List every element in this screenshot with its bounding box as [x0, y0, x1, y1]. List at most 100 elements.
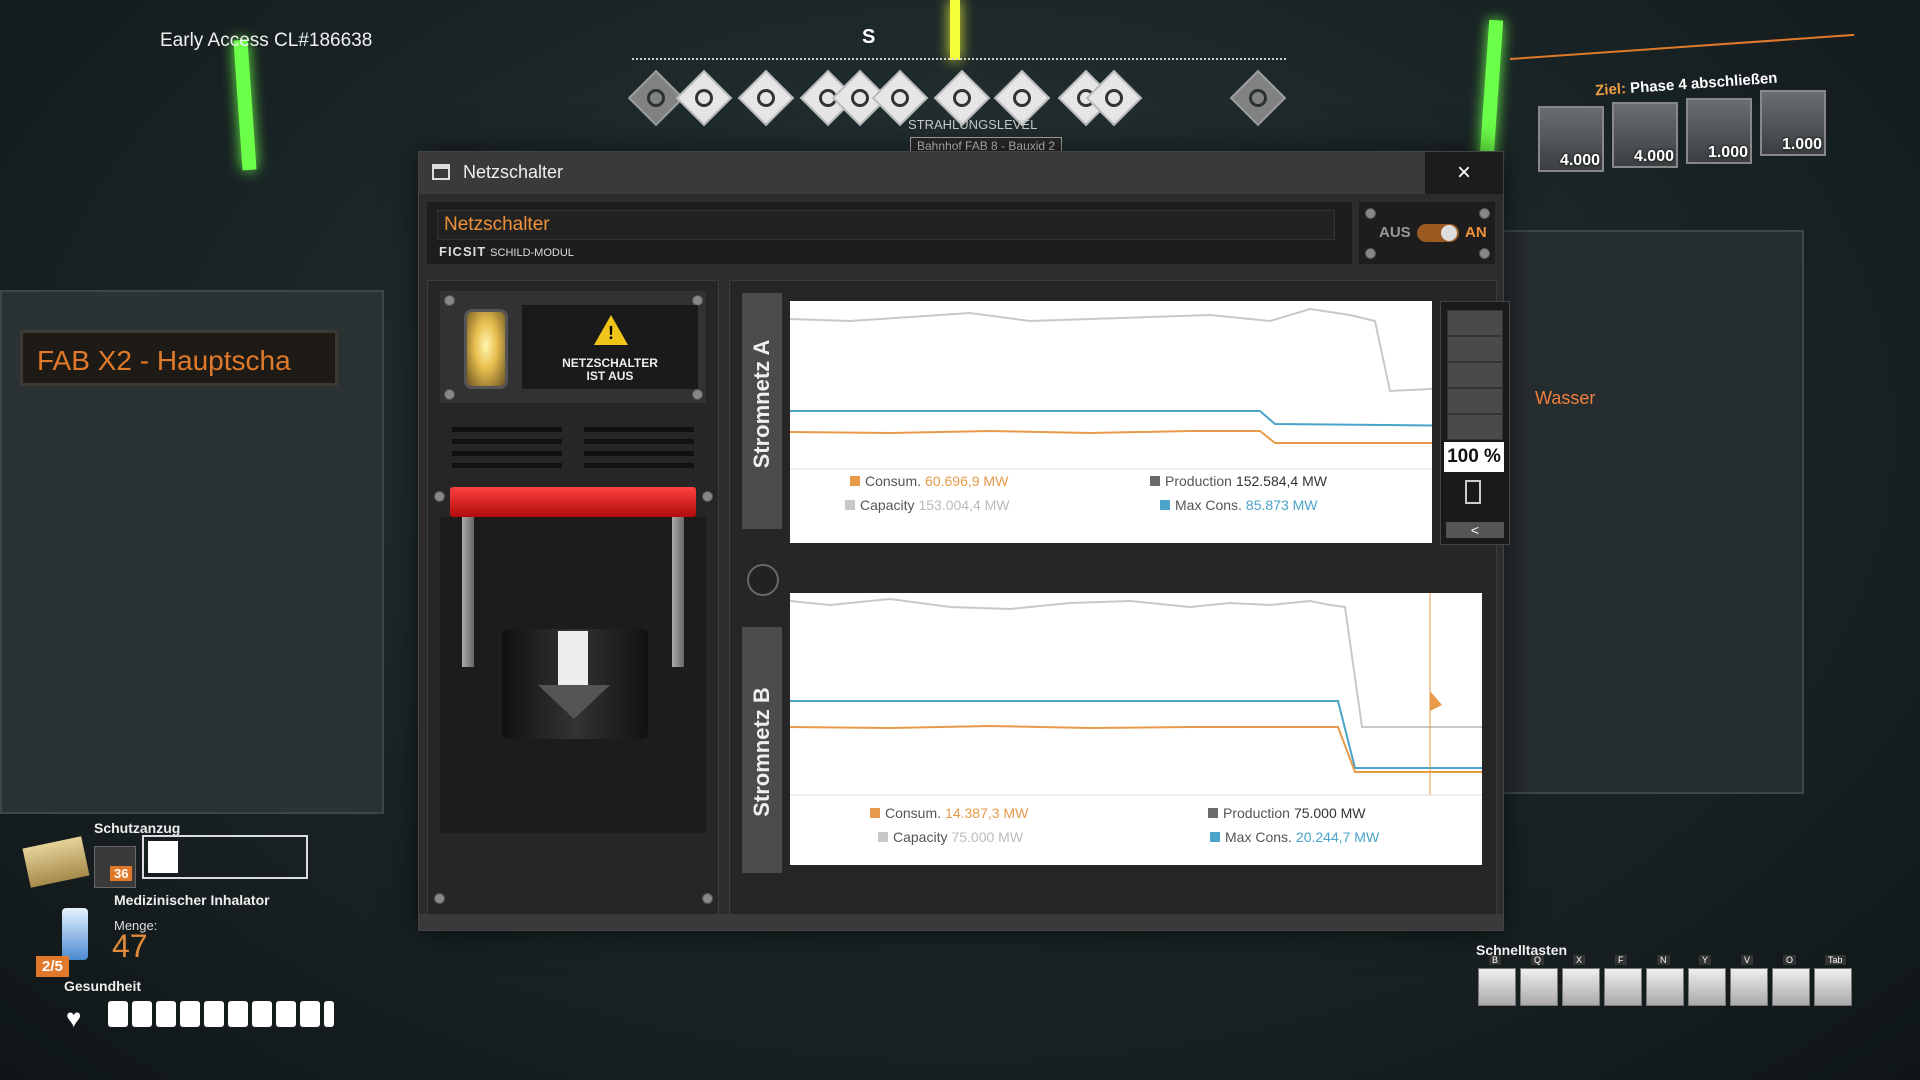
- health-segment: [300, 1001, 320, 1027]
- status-lamp-box: ! NETZSCHALTER IST AUS: [440, 291, 706, 403]
- objective-item: 4.000: [1538, 106, 1604, 172]
- objective-underline: [1509, 33, 1855, 60]
- toggle-off-label: AUS: [1379, 224, 1411, 241]
- power-lever[interactable]: [502, 629, 648, 739]
- neon-light-center: [950, 0, 960, 60]
- neon-light-left: [233, 39, 257, 171]
- compass-marker-power-icon: [675, 69, 733, 127]
- link-knob-icon[interactable]: [747, 564, 779, 596]
- name-bar: FICSITSCHILD-MODUL: [427, 202, 1352, 264]
- lever-well: [440, 517, 706, 833]
- battery-indicator: 100 % <: [1440, 301, 1510, 545]
- toggle-knob: [1441, 225, 1457, 241]
- hotkey-slot[interactable]: Q: [1520, 955, 1558, 1006]
- health-segment: [276, 1001, 296, 1027]
- status-lamp-icon: [464, 309, 508, 389]
- suit-label: Schutzanzug: [94, 820, 181, 836]
- tab-grid-a-label: Stromnetz A: [749, 339, 774, 469]
- vent-slot: [584, 451, 694, 456]
- compass-heading: S: [862, 26, 876, 48]
- graph-grid-b-svg: [790, 593, 1482, 796]
- graph-b-capacity-line: [790, 597, 1482, 728]
- objective-item: 4.000: [1612, 102, 1678, 168]
- hotkey-slot[interactable]: V: [1730, 955, 1768, 1006]
- legend-grid-a-maxcons: Max Cons. 85.873 MW: [1160, 497, 1318, 513]
- health-segment: [228, 1001, 248, 1027]
- power-toggle[interactable]: [1417, 224, 1459, 242]
- mouse-cursor-icon: [1430, 691, 1442, 711]
- hotkey-slot[interactable]: B: [1478, 955, 1516, 1006]
- health-segment: [180, 1001, 200, 1027]
- warning-display: ! NETZSCHALTER IST AUS: [522, 305, 698, 389]
- switch-name-input[interactable]: [437, 210, 1335, 240]
- objective-text: Phase 4 abschließen: [1629, 69, 1778, 97]
- lever-rod: [462, 517, 474, 667]
- power-switch-window: Netzschalter × FICSITSCHILD-MODUL AUS AN…: [418, 151, 1510, 931]
- radiation-label: STRAHLUNGSLEVEL: [908, 117, 1038, 132]
- graph-a-capacity-line: [790, 307, 1432, 393]
- quantity-value: 47: [112, 928, 148, 964]
- health-segment: [132, 1001, 152, 1027]
- objective-item: 1.000: [1686, 98, 1752, 164]
- neon-light-right: [1478, 19, 1504, 171]
- health-segment: [108, 1001, 128, 1027]
- battery-collapse-button[interactable]: <: [1446, 522, 1504, 538]
- arrow-down-head: [538, 685, 610, 719]
- objective-item-count: 1.000: [1707, 144, 1748, 161]
- health-segment: [156, 1001, 176, 1027]
- vent-slot: [452, 451, 562, 456]
- hotkey-slot[interactable]: N: [1646, 955, 1684, 1006]
- objective-item-count: 1.000: [1781, 136, 1822, 153]
- close-button[interactable]: ×: [1425, 152, 1503, 194]
- vent-slot: [452, 439, 562, 444]
- tab-grid-b[interactable]: Stromnetz B: [742, 627, 782, 873]
- vent-slot: [584, 427, 694, 432]
- hotkey-slot[interactable]: Y: [1688, 955, 1726, 1006]
- heart-icon: ♥: [66, 1003, 82, 1033]
- inhaler-icon: [62, 908, 88, 960]
- world-sign: FAB X2 - Hauptscha: [20, 330, 338, 386]
- objective-item: 1.000: [1760, 90, 1826, 156]
- graph-grid-b: Consum. 14.387,3 MW Production 75.000 MW C…: [790, 593, 1482, 865]
- compass-marker-power-icon: [737, 69, 795, 127]
- objective-item-count: 4.000: [1633, 148, 1674, 165]
- battery-percent: 100 %: [1444, 442, 1504, 472]
- health-segment: [204, 1001, 224, 1027]
- suit-durability-bar: [142, 835, 308, 879]
- window-titlebar[interactable]: Netzschalter ×: [419, 152, 1503, 194]
- hotkey-slot[interactable]: O: [1772, 955, 1810, 1006]
- legend-grid-a-consum: Consum. 60.696,9 MW: [850, 473, 1008, 489]
- power-toggle-box: AUS AN: [1359, 202, 1495, 264]
- window-bottom-strip: [419, 914, 1503, 930]
- switch-panel: ! NETZSCHALTER IST AUS: [427, 280, 719, 918]
- legend-grid-b-capacity: Capacity 75.000 MW: [878, 829, 1023, 845]
- hotkey-slot[interactable]: Tab: [1814, 955, 1852, 1006]
- window-title: Netzschalter: [463, 162, 564, 182]
- window-icon: [432, 164, 450, 180]
- hotkey-slot[interactable]: F: [1604, 955, 1642, 1006]
- battery-icon: [1465, 480, 1481, 504]
- tab-grid-b-label: Stromnetz B: [749, 687, 774, 817]
- toggle-on-label: AN: [1465, 224, 1487, 241]
- vent-slot: [584, 439, 694, 444]
- arrow-down-icon: [558, 631, 588, 685]
- legend-grid-b-maxcons: Max Cons. 20.244,7 MW: [1210, 829, 1379, 845]
- legend-grid-b-production: Production 75.000 MW: [1208, 805, 1366, 821]
- brand-logo: FICSIT SCHILD-MODUL: [439, 244, 574, 259]
- suit-icon: [22, 836, 90, 888]
- power-graph-panel: Stromnetz A Stromnetz B Consum. 60.696,9 …: [729, 280, 1510, 918]
- vent-slot: [452, 427, 562, 432]
- hotkey-slot[interactable]: X: [1562, 955, 1600, 1006]
- graph-grid-a: Consum. 60.696,9 MW Production 152.584,4 M…: [790, 301, 1432, 543]
- compass-marker-tower-icon: [1229, 69, 1287, 127]
- legend-grid-b-consum: Consum. 14.387,3 MW: [870, 805, 1028, 821]
- background-machine-right: [1500, 230, 1804, 794]
- graph-b-maxcons-line: [790, 700, 1482, 769]
- legend-grid-a-production: Production 152.584,4 MW: [1150, 473, 1327, 489]
- build-version: Early Access CL#186638: [160, 30, 373, 51]
- compass-bar: [632, 58, 1286, 60]
- tab-grid-a[interactable]: Stromnetz A: [742, 293, 782, 529]
- graph-a-maxcons-line: [790, 410, 1432, 427]
- health-segment: [252, 1001, 272, 1027]
- module-label: SCHILD-MODUL: [490, 247, 574, 259]
